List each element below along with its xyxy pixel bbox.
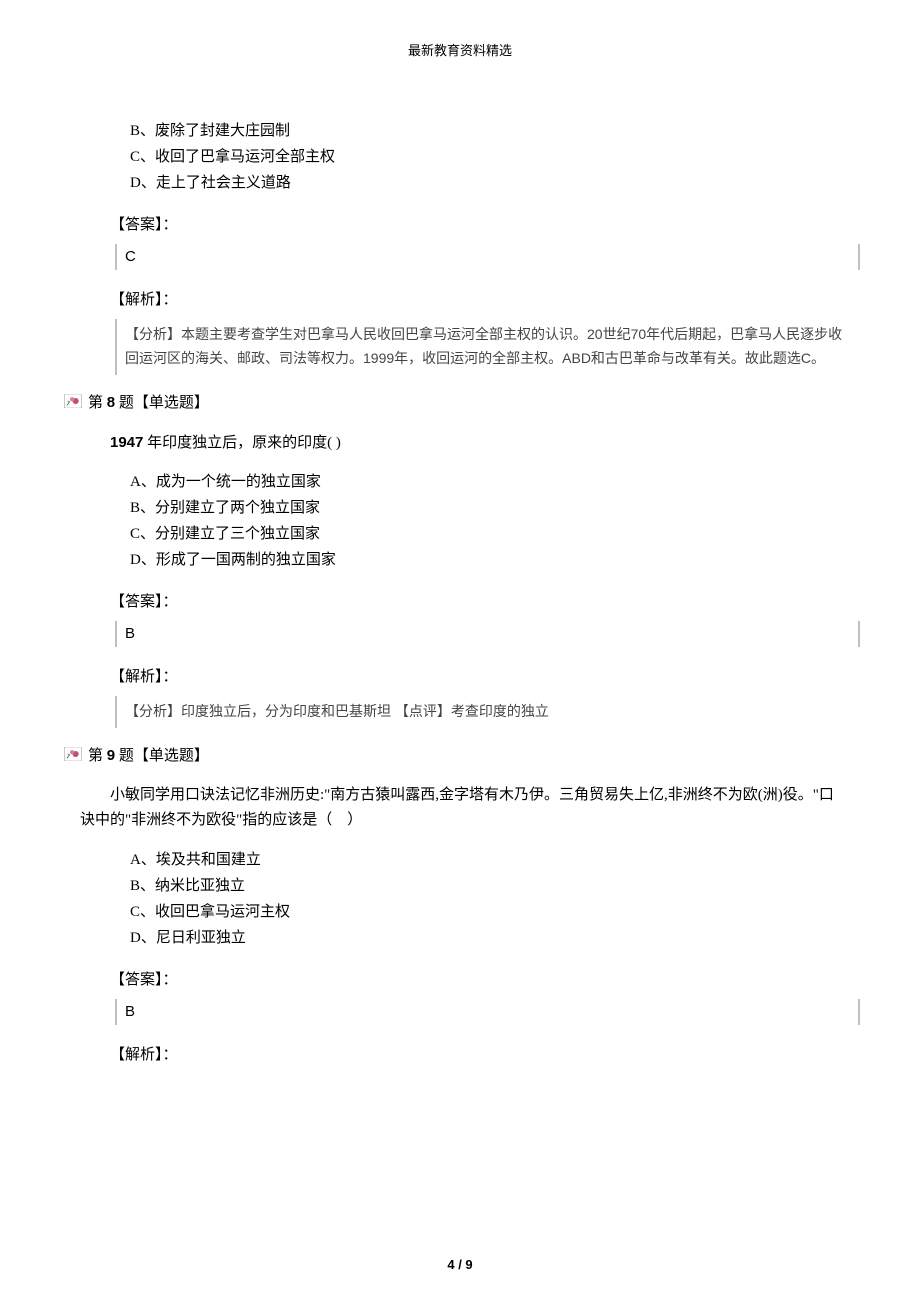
q7-analysis-label: 【解析】： bbox=[110, 288, 860, 309]
q8-answer-label: 【答案】： bbox=[110, 590, 860, 611]
q8-analysis-text: 【分析】印度独立后，分为印度和巴基斯坦 【点评】考查印度的独立 bbox=[115, 696, 860, 728]
q9-analysis-label: 【解析】： bbox=[110, 1043, 860, 1064]
q8-num-post: 题【单选题】 bbox=[115, 395, 209, 411]
q8-option-d: D、形成了一国两制的独立国家 bbox=[130, 548, 860, 572]
flower-icon bbox=[64, 747, 82, 761]
q8-number: 第 8 题【单选题】 bbox=[88, 391, 209, 412]
flower-icon bbox=[64, 394, 82, 408]
q9-num-val: 9 bbox=[107, 747, 115, 764]
q8-analysis-label: 【解析】： bbox=[110, 665, 860, 686]
q8-option-a: A、成为一个统一的独立国家 bbox=[130, 470, 860, 494]
q9-option-a: A、埃及共和国建立 bbox=[130, 848, 860, 872]
q7-analysis-text: 【分析】本题主要考查学生对巴拿马人民收回巴拿马运河全部主权的认识。20世纪70年… bbox=[115, 319, 860, 375]
q9-option-c: C、收回巴拿马运河主权 bbox=[130, 900, 860, 924]
q8-header: 第 8 题【单选题】 bbox=[60, 391, 860, 412]
page-total: 9 bbox=[465, 1257, 472, 1272]
q7-answer-value: C bbox=[115, 244, 860, 270]
page: 最新教育资料精选 B、废除了封建大庄园制 C、收回了巴拿马运河全部主权 D、走上… bbox=[0, 0, 920, 1302]
q8-option-b: B、分别建立了两个独立国家 bbox=[130, 496, 860, 520]
q7-option-d: D、走上了社会主义道路 bbox=[130, 171, 860, 195]
q7-options: B、废除了封建大庄园制 C、收回了巴拿马运河全部主权 D、走上了社会主义道路 bbox=[60, 119, 860, 195]
page-sep: / bbox=[455, 1257, 466, 1272]
q7-option-c: C、收回了巴拿马运河全部主权 bbox=[130, 145, 860, 169]
q8-answer-value: B bbox=[115, 621, 860, 647]
q9-num-post: 题【单选题】 bbox=[115, 748, 209, 764]
q9-options: A、埃及共和国建立 B、纳米比亚独立 C、收回巴拿马运河主权 D、尼日利亚独立 bbox=[60, 848, 860, 950]
q7-option-b: B、废除了封建大庄园制 bbox=[130, 119, 860, 143]
q8-num-pre: 第 bbox=[88, 395, 107, 411]
q9-option-d: D、尼日利亚独立 bbox=[130, 926, 860, 950]
page-current: 4 bbox=[447, 1257, 454, 1272]
q9-answer-label: 【答案】： bbox=[110, 968, 860, 989]
q9-number: 第 9 题【单选题】 bbox=[88, 744, 209, 765]
q9-num-pre: 第 bbox=[88, 748, 107, 764]
q7-answer-label: 【答案】： bbox=[110, 213, 860, 234]
q8-num-val: 8 bbox=[107, 394, 115, 411]
page-footer: 4 / 9 bbox=[0, 1257, 920, 1272]
q8-stem: 1947 年印度独立后，原来的印度( ) bbox=[60, 430, 860, 457]
q8-options: A、成为一个统一的独立国家 B、分别建立了两个独立国家 C、分别建立了三个独立国… bbox=[60, 470, 860, 572]
page-header: 最新教育资料精选 bbox=[0, 40, 920, 59]
q8-option-c: C、分别建立了三个独立国家 bbox=[130, 522, 860, 546]
q8-stem-year: 1947 bbox=[110, 434, 143, 451]
q9-option-b: B、纳米比亚独立 bbox=[130, 874, 860, 898]
q8-stem-rest: 年印度独立后，原来的印度( ) bbox=[143, 435, 341, 451]
content: B、废除了封建大庄园制 C、收回了巴拿马运河全部主权 D、走上了社会主义道路 【… bbox=[0, 119, 920, 1064]
q9-answer-value: B bbox=[115, 999, 860, 1025]
q9-stem: 小敏同学用口诀法记忆非洲历史:"南方古猿叫露西,金字塔有木乃伊。三角贸易失上亿,… bbox=[60, 783, 860, 834]
q9-header: 第 9 题【单选题】 bbox=[60, 744, 860, 765]
